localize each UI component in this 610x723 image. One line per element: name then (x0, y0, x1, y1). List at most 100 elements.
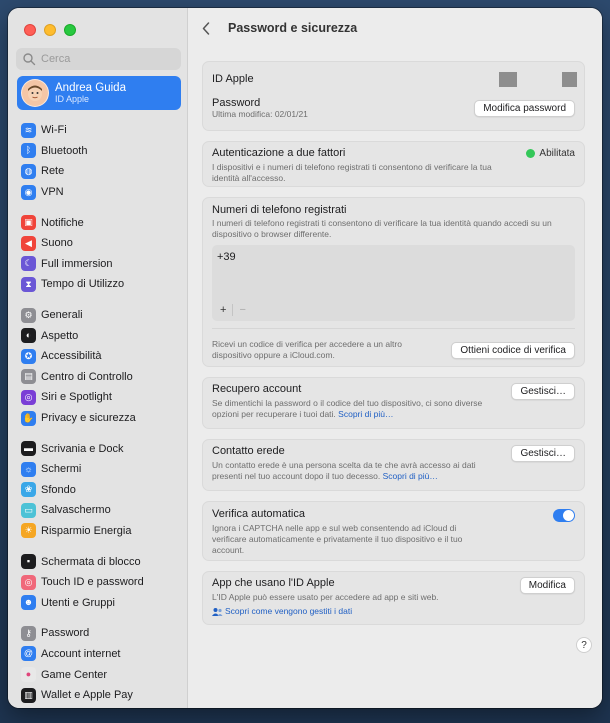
back-button[interactable] (202, 21, 214, 35)
sidebar-item-suono[interactable]: ◀ Suono (17, 233, 181, 254)
account-recovery-title: Recupero account (212, 383, 302, 395)
sidebar-item-label: Schermi (41, 463, 82, 476)
sidebar-group: ▪ Schermata di blocco ◎ Touch ID e password… (17, 551, 181, 613)
sidebar-item-touch-id-e-password[interactable]: ◎ Touch ID e password (17, 572, 181, 593)
auto-verification-toggle[interactable] (553, 509, 575, 522)
sidebar-item-account-internet[interactable]: @ Account internet (17, 644, 181, 665)
learn-more-link[interactable]: Scopri di più… (338, 409, 393, 419)
sidebar-item-accessibilità[interactable]: ✪ Accessibilità (17, 346, 181, 367)
sidebar-item-label: Rete (41, 165, 65, 178)
phone-numbers-title: Numeri di telefono registrati (212, 204, 347, 216)
sidebar-item-label: Utenti e Gruppi (41, 596, 115, 609)
learn-more-link[interactable]: Scopri di più… (383, 471, 438, 481)
sidebar-item-full-immersion[interactable]: ☾ Full immersion (17, 254, 181, 275)
sidebar-item-game-center[interactable]: ● Game Center (17, 664, 181, 685)
wallet-icon: ▥ (21, 687, 36, 703)
sidebar-item-label: Game Center (41, 668, 108, 681)
manage-legacy-button[interactable]: Gestisci… (511, 445, 575, 462)
chevron-left-icon (202, 21, 210, 35)
search-field[interactable] (16, 48, 181, 70)
legacy-contact-card: Contatto erede Un contatto erede è una p… (202, 439, 585, 491)
gear-icon: ⚙ (21, 307, 36, 323)
sidebar-item-privacy-e-sicurezza[interactable]: ✋ Privacy e sicurezza (17, 408, 181, 429)
touch-id-icon: ◎ (21, 574, 36, 590)
key-icon: ⚷ (21, 625, 36, 641)
verification-code-description: Ricevi un codice di verifica per acceder… (212, 339, 402, 360)
sidebar-item-tempo-di-utilizzo[interactable]: ⧗ Tempo di Utilizzo (17, 274, 181, 295)
page-title: Password e sicurezza (228, 21, 358, 35)
control-center-icon: ▤ (21, 369, 36, 385)
sidebar-item-risparmio-energia[interactable]: ☀ Risparmio Energia (17, 521, 181, 542)
sidebar-item-utenti-e-gruppi[interactable]: ☻ Utenti e Gruppi (17, 592, 181, 613)
sidebar-item-schermi[interactable]: ☼ Schermi (17, 459, 181, 480)
two-factor-status: Abilitata (539, 147, 575, 159)
legacy-contact-title: Contatto erede (212, 445, 285, 457)
phone-number-entry[interactable]: +39 (217, 251, 236, 263)
minimize-window-button[interactable] (44, 24, 56, 36)
appearance-icon: ◐ (21, 328, 36, 344)
sidebar-item-centro-di-controllo[interactable]: ▤ Centro di Controllo (17, 367, 181, 388)
people-icon (212, 607, 223, 616)
apple-id-card: ID Apple Password Ultima modifica: 02/01… (202, 61, 585, 131)
sidebar-item-scrivania-e-dock[interactable]: ▬ Scrivania e Dock (17, 438, 181, 459)
sidebar-item-label: Accessibilità (41, 350, 102, 363)
sidebar-list: ≋ Wi-Fi ᛒ Bluetooth ◍ Rete ◉ VPN ▣ Notifiche ◀ Suon… (17, 120, 181, 708)
zoom-window-button[interactable] (64, 24, 76, 36)
memoji-icon (28, 85, 42, 101)
sidebar-item-salvaschermo[interactable]: ▭ Salvaschermo (17, 500, 181, 521)
at-icon: @ (21, 646, 36, 662)
search-input[interactable] (41, 53, 171, 65)
sound-icon: ◀ (21, 235, 36, 251)
energy-icon: ☀ (21, 523, 36, 539)
help-button[interactable]: ? (576, 637, 592, 653)
notifications-icon: ▣ (21, 215, 36, 231)
sidebar-item-password[interactable]: ⚷ Password (17, 623, 181, 644)
sidebar-item-wi-fi[interactable]: ≋ Wi-Fi (17, 120, 181, 141)
sidebar-item-sfondo[interactable]: ❀ Sfondo (17, 480, 181, 501)
edit-apps-button[interactable]: Modifica (519, 577, 575, 594)
status-dot-icon (526, 148, 536, 158)
sidebar-item-label: Privacy e sicurezza (41, 412, 136, 425)
manage-recovery-button[interactable]: Gestisci… (511, 383, 575, 400)
auto-verification-description: Ignora i CAPTCHA nelle app e sul web con… (212, 523, 463, 555)
sidebar: Andrea Guida ID Apple ≋ Wi-Fi ᛒ Bluetooth ◍ R… (8, 8, 188, 708)
focus-icon: ☾ (21, 256, 36, 272)
divider (212, 328, 575, 329)
window-controls (24, 24, 76, 36)
apps-title: App che usano l'ID Apple (212, 577, 335, 589)
add-phone-button[interactable]: + (217, 304, 229, 316)
password-last-modified: Ultima modifica: 02/01/21 (212, 109, 308, 119)
sidebar-item-label: Salvaschermo (41, 504, 111, 517)
apps-using-apple-id-card: App che usano l'ID Apple L'ID Apple può … (202, 571, 585, 625)
sidebar-item-aspetto[interactable]: ◐ Aspetto (17, 325, 181, 346)
sidebar-item-bluetooth[interactable]: ᛒ Bluetooth (17, 141, 181, 162)
sidebar-group: ▬ Scrivania e Dock ☼ Schermi ❀ Sfondo ▭ Salvasc… (17, 438, 181, 541)
data-management-link[interactable]: Scopri come vengono gestiti i dati (212, 606, 439, 617)
sidebar-item-label: Schermata di blocco (41, 555, 141, 568)
phone-numbers-card: Numeri di telefono registrati I numeri d… (202, 197, 585, 367)
change-password-button[interactable]: Modifica password (474, 100, 575, 117)
list-controls: + − (217, 304, 249, 316)
settings-content: ID Apple Password Ultima modifica: 02/01… (202, 61, 585, 635)
password-label: Password (212, 97, 261, 109)
wallpaper-icon: ❀ (21, 482, 36, 498)
sidebar-item-schermata-di-blocco[interactable]: ▪ Schermata di blocco (17, 551, 181, 572)
redacted-block (562, 71, 577, 87)
sidebar-item-siri-e-spotlight[interactable]: ◎ Siri e Spotlight (17, 387, 181, 408)
sidebar-item-apple-id[interactable]: Andrea Guida ID Apple (17, 76, 181, 110)
sidebar-item-rete[interactable]: ◍ Rete (17, 161, 181, 182)
privacy-icon: ✋ (21, 410, 36, 426)
close-window-button[interactable] (24, 24, 36, 36)
sidebar-item-generali[interactable]: ⚙ Generali (17, 305, 181, 326)
remove-phone-button[interactable]: − (236, 304, 248, 316)
sidebar-item-wallet-e-apple-pay[interactable]: ▥ Wallet e Apple Pay (17, 685, 181, 706)
displays-icon: ☼ (21, 461, 36, 477)
legacy-contact-description: Un contatto erede è una persona scelta d… (212, 460, 476, 481)
redacted-block (499, 71, 517, 87)
sidebar-item-notifiche[interactable]: ▣ Notifiche (17, 212, 181, 233)
sidebar-item-vpn[interactable]: ◉ VPN (17, 182, 181, 203)
get-verification-code-button[interactable]: Ottieni codice di verifica (451, 341, 575, 359)
sidebar-item-label: Touch ID e password (41, 576, 144, 589)
auto-verification-card: Verifica automatica Ignora i CAPTCHA nel… (202, 501, 585, 561)
sidebar-item-label: Password (41, 627, 90, 640)
